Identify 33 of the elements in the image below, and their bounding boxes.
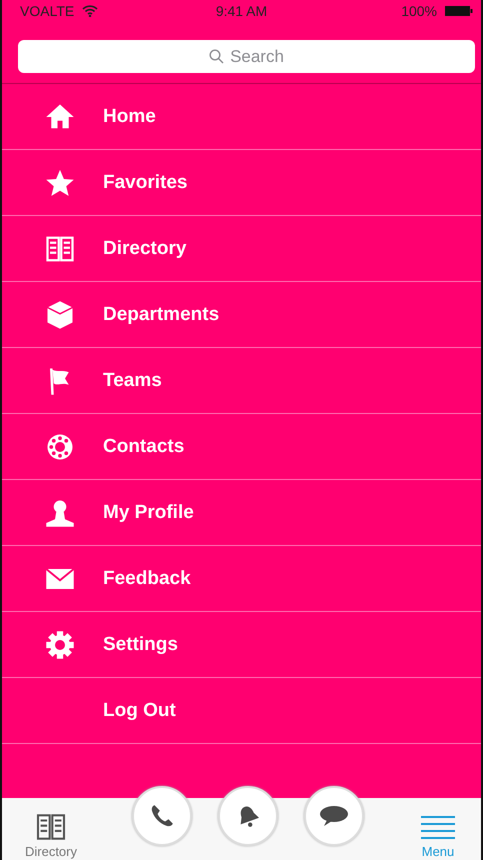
home-icon: [45, 102, 75, 132]
tab-bar-tab[interactable]: Directory: [16, 814, 86, 860]
book-icon: [45, 234, 75, 264]
menu-item-label[interactable]: Directory: [103, 238, 186, 260]
tab-bar-tab[interactable]: Menu: [403, 814, 473, 860]
wifi-icon: [82, 5, 98, 17]
battery-icon: [445, 5, 473, 17]
battery-percent: 100%: [401, 3, 437, 19]
menu-item-label[interactable]: My Profile: [103, 502, 194, 524]
speech-bubble-icon: [319, 803, 349, 829]
menu-item-label[interactable]: Favorites: [103, 172, 188, 194]
menu-item-label[interactable]: Home: [103, 106, 156, 128]
rotary-dial-icon: [45, 432, 75, 462]
menu-item-label[interactable]: Log Out: [103, 700, 176, 722]
cube-icon: [45, 300, 75, 330]
menu-item-label[interactable]: Teams: [103, 370, 162, 392]
menu-icon: [421, 814, 455, 840]
star-icon: [45, 168, 75, 198]
carrier-name: VOALTE: [20, 3, 74, 19]
menu-item-label[interactable]: Feedback: [103, 568, 191, 590]
phone-icon: [149, 803, 175, 829]
messages-button[interactable]: [304, 786, 364, 846]
menu-item-label[interactable]: Settings: [103, 634, 178, 656]
settings-icon: [45, 630, 75, 660]
menu-item-label[interactable]: Departments: [103, 304, 220, 326]
alerts-button[interactable]: [218, 786, 278, 846]
search-icon: [209, 49, 224, 64]
clock-time: 9:41 AM: [216, 3, 268, 19]
call-button[interactable]: [132, 786, 192, 846]
book-icon: [35, 814, 67, 840]
menu-item-label[interactable]: Contacts: [103, 436, 184, 458]
person-icon: [45, 498, 75, 528]
search-field[interactable]: Search: [18, 40, 475, 73]
